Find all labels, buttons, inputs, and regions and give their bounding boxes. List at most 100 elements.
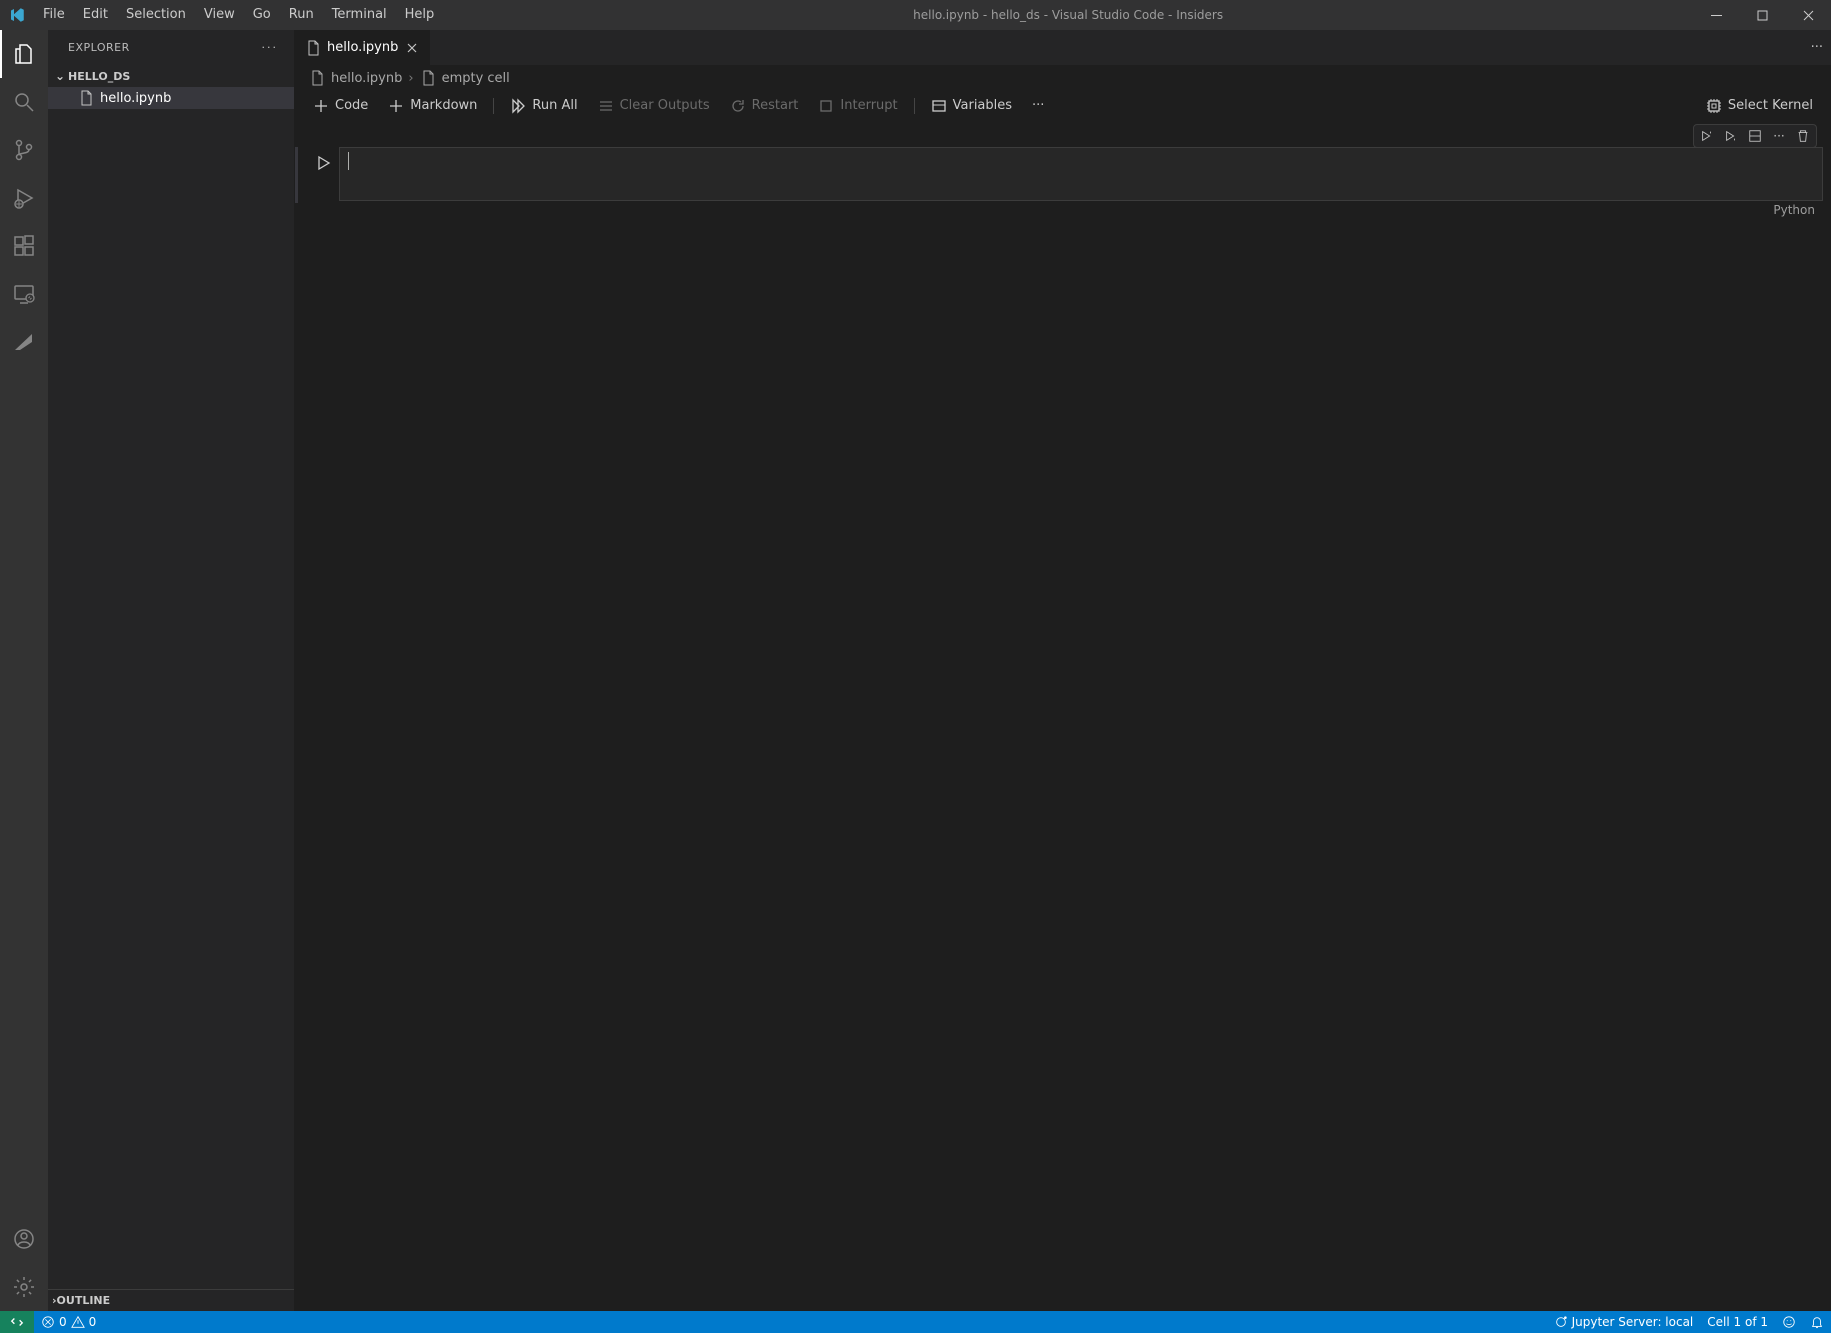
execute-below-button[interactable]	[1720, 126, 1742, 146]
interrupt-button[interactable]: Interrupt	[810, 96, 905, 116]
tab-hello-ipynb[interactable]: hello.ipynb	[295, 30, 431, 65]
notebook-toolbar: Code Markdown Run All Clear Outputs Rest…	[295, 91, 1831, 121]
menu-bar: File Edit Selection View Go Run Terminal…	[34, 0, 443, 30]
run-by-line-button[interactable]	[1696, 126, 1718, 146]
error-icon	[41, 1315, 55, 1329]
split-icon	[1748, 129, 1762, 143]
sidebar-title: EXPLORER	[68, 41, 130, 54]
gear-icon	[12, 1275, 36, 1299]
select-kernel-label: Select Kernel	[1728, 98, 1813, 113]
activity-settings[interactable]	[0, 1263, 48, 1311]
source-control-icon	[12, 138, 36, 162]
cell-position-status[interactable]: Cell 1 of 1	[1700, 1311, 1775, 1333]
tab-label: hello.ipynb	[327, 40, 398, 55]
activity-run-debug[interactable]	[0, 174, 48, 222]
jupyter-server-status[interactable]: Jupyter Server: local	[1547, 1311, 1701, 1333]
run-all-label: Run All	[532, 98, 577, 113]
select-kernel-button[interactable]: Select Kernel	[1698, 96, 1821, 116]
problems-indicator[interactable]: 0 0	[34, 1311, 103, 1333]
activity-copilot[interactable]	[0, 318, 48, 366]
sidebar-title-row: EXPLORER ···	[48, 30, 294, 65]
sidebar: EXPLORER ··· ⌄ HELLO_DS hello.ipynb › OU…	[48, 30, 295, 1311]
activity-extensions[interactable]	[0, 222, 48, 270]
file-icon	[309, 70, 325, 86]
cell-editor[interactable]	[339, 147, 1823, 201]
cell-icon	[420, 70, 436, 86]
cell-toolbar: ···	[339, 125, 1823, 147]
menu-edit[interactable]: Edit	[74, 0, 117, 30]
toolbar-separator	[493, 98, 494, 114]
cell-more-button[interactable]: ···	[1768, 126, 1790, 146]
run-all-button[interactable]: Run All	[502, 96, 585, 116]
folder-header[interactable]: ⌄ HELLO_DS	[48, 65, 294, 87]
restart-icon	[730, 98, 746, 114]
add-markdown-label: Markdown	[410, 98, 477, 113]
run-below-icon	[1724, 129, 1738, 143]
feedback-icon	[1782, 1315, 1796, 1329]
add-code-button[interactable]: Code	[305, 96, 376, 116]
breadcrumb[interactable]: hello.ipynb › empty cell	[295, 65, 1831, 91]
chevron-down-icon: ⌄	[52, 69, 68, 83]
feedback-button[interactable]	[1775, 1311, 1803, 1333]
remote-indicator[interactable]	[0, 1311, 34, 1333]
menu-view[interactable]: View	[195, 0, 244, 30]
run-cell-button[interactable]	[313, 153, 333, 173]
tabs-row: hello.ipynb ···	[295, 30, 1831, 65]
cell-language-picker[interactable]: Python	[339, 201, 1823, 217]
outline-label: OUTLINE	[57, 1294, 111, 1307]
editor-more-button[interactable]: ···	[1803, 30, 1831, 65]
ellipsis-icon: ···	[1032, 98, 1044, 113]
plus-icon	[313, 98, 329, 114]
notifications-button[interactable]	[1803, 1311, 1831, 1333]
editor: hello.ipynb ··· hello.ipynb › empty cell	[295, 30, 1831, 1311]
delete-cell-button[interactable]	[1792, 126, 1814, 146]
menu-file[interactable]: File	[34, 0, 74, 30]
account-icon	[12, 1227, 36, 1251]
split-cell-button[interactable]	[1744, 126, 1766, 146]
sidebar-more-button[interactable]: ···	[262, 41, 279, 54]
file-icon	[78, 90, 94, 106]
activity-remote-explorer[interactable]	[0, 270, 48, 318]
toolbar-separator	[914, 98, 915, 114]
activity-bar	[0, 30, 48, 1311]
menu-selection[interactable]: Selection	[117, 0, 195, 30]
activity-explorer[interactable]	[0, 30, 48, 78]
minimize-button[interactable]	[1693, 0, 1739, 30]
chevron-right-icon: ›	[408, 71, 413, 86]
clear-outputs-icon	[598, 98, 614, 114]
restart-label: Restart	[752, 98, 799, 113]
maximize-button[interactable]	[1739, 0, 1785, 30]
cell-1: ··· Python	[295, 125, 1823, 217]
menu-terminal[interactable]: Terminal	[323, 0, 396, 30]
menu-go[interactable]: Go	[244, 0, 280, 30]
jupyter-label: Jupyter Server: local	[1572, 1315, 1694, 1329]
outline-header[interactable]: › OUTLINE	[48, 1289, 294, 1311]
cells-area: ··· Python	[295, 121, 1831, 1311]
activity-accounts[interactable]	[0, 1215, 48, 1263]
restart-button[interactable]: Restart	[722, 96, 807, 116]
text-cursor	[348, 152, 349, 170]
activity-search[interactable]	[0, 78, 48, 126]
trash-icon	[1796, 129, 1810, 143]
add-markdown-button[interactable]: Markdown	[380, 96, 485, 116]
errors-count: 0	[59, 1315, 67, 1329]
titlebar: File Edit Selection View Go Run Terminal…	[0, 0, 1831, 30]
close-tab-button[interactable]	[404, 40, 420, 56]
menu-help[interactable]: Help	[396, 0, 444, 30]
vscode-logo-icon	[0, 6, 34, 24]
notebook-more-button[interactable]: ···	[1024, 96, 1052, 115]
variables-button[interactable]: Variables	[923, 96, 1020, 116]
clear-outputs-button[interactable]: Clear Outputs	[590, 96, 718, 116]
close-button[interactable]	[1785, 0, 1831, 30]
interrupt-icon	[818, 98, 834, 114]
ellipsis-icon: ···	[1773, 129, 1784, 143]
bell-icon	[1810, 1315, 1824, 1329]
warning-icon	[71, 1315, 85, 1329]
menu-run[interactable]: Run	[280, 0, 323, 30]
window-title: hello.ipynb - hello_ds - Visual Studio C…	[443, 8, 1693, 22]
file-tree: hello.ipynb	[48, 87, 294, 1289]
file-item-hello-ipynb[interactable]: hello.ipynb	[48, 87, 294, 109]
cell-focus-indicator	[295, 147, 298, 203]
activity-source-control[interactable]	[0, 126, 48, 174]
breadcrumb-segment: empty cell	[442, 71, 510, 86]
